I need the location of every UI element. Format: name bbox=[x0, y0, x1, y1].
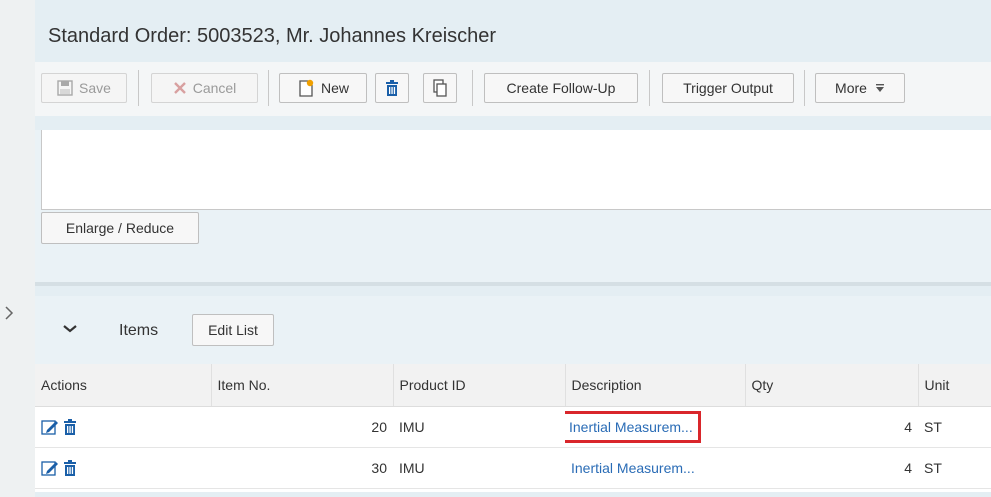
column-header-description[interactable]: Description bbox=[564, 364, 745, 407]
new-button[interactable]: New bbox=[279, 73, 367, 103]
save-label: Save bbox=[79, 80, 111, 96]
x-icon bbox=[173, 81, 187, 95]
floppy-disk-icon bbox=[57, 80, 73, 96]
items-table: Actions Item No. Product ID Description … bbox=[35, 364, 991, 489]
toolbar-separator bbox=[649, 70, 650, 106]
description-cell: Inertial Measurem... bbox=[565, 406, 745, 448]
panel-divider bbox=[35, 282, 991, 286]
qty-cell: 4 bbox=[745, 406, 918, 448]
column-header-actions[interactable]: Actions bbox=[35, 364, 211, 407]
toolbar-separator bbox=[804, 70, 805, 106]
unit-cell: ST bbox=[918, 406, 991, 448]
item-no-cell[interactable]: 20 bbox=[211, 406, 393, 448]
enlarge-reduce-button[interactable]: Enlarge / Reduce bbox=[41, 212, 199, 244]
create-follow-up-button[interactable]: Create Follow-Up bbox=[484, 73, 638, 103]
trash-icon bbox=[384, 79, 400, 97]
table-header-row: Actions Item No. Product ID Description … bbox=[35, 364, 991, 407]
bottom-band bbox=[35, 492, 991, 497]
column-header-unit[interactable]: Unit bbox=[917, 364, 991, 407]
trash-icon[interactable] bbox=[62, 459, 78, 477]
left-rail bbox=[0, 0, 35, 497]
header-panel: Enlarge / Reduce bbox=[35, 130, 991, 282]
save-button[interactable]: Save bbox=[41, 73, 127, 103]
page-title: Standard Order: 5003523, Mr. Johannes Kr… bbox=[48, 25, 497, 47]
description-link[interactable]: Inertial Measurem... bbox=[571, 460, 695, 476]
copy-button[interactable] bbox=[423, 73, 457, 103]
item-no-cell[interactable]: 30 bbox=[211, 447, 393, 489]
table-row: 30 IMU Inertial Measurem... 4 ST bbox=[35, 447, 991, 489]
main-content: Standard Order: 5003523, Mr. Johannes Kr… bbox=[35, 0, 991, 497]
toolbar-separator bbox=[268, 70, 269, 106]
column-header-qty[interactable]: Qty bbox=[744, 364, 918, 407]
pencil-icon[interactable] bbox=[41, 459, 59, 477]
toolbar-separator bbox=[472, 70, 473, 106]
column-header-item-no[interactable]: Item No. bbox=[210, 364, 393, 407]
chevron-right-icon[interactable] bbox=[0, 303, 18, 325]
pencil-icon[interactable] bbox=[41, 418, 59, 436]
title-bar: Standard Order: 5003523, Mr. Johannes Kr… bbox=[35, 12, 991, 62]
items-title: Items bbox=[119, 322, 159, 339]
more-button[interactable]: More bbox=[815, 73, 905, 103]
dropdown-arrow-icon bbox=[875, 83, 885, 93]
product-id-cell: IMU bbox=[393, 406, 565, 448]
product-id-cell: IMU bbox=[393, 447, 565, 489]
row-actions bbox=[35, 406, 211, 448]
items-section: Items Edit List Actions Item No. Product… bbox=[35, 296, 991, 492]
copy-icon bbox=[432, 79, 448, 97]
toolbar: Save Cancel New Create Follow-Up Trigger… bbox=[35, 62, 991, 116]
more-label: More bbox=[835, 80, 867, 96]
new-label: New bbox=[320, 80, 349, 96]
description-link[interactable]: Inertial Measurem... bbox=[569, 419, 693, 435]
header-content-area bbox=[41, 130, 991, 210]
description-cell: Inertial Measurem... bbox=[565, 447, 745, 489]
highlight-box: Inertial Measurem... bbox=[565, 410, 701, 443]
column-header-product-id[interactable]: Product ID bbox=[392, 364, 565, 407]
chevron-down-icon[interactable] bbox=[62, 320, 78, 336]
toolbar-separator bbox=[138, 70, 139, 106]
new-document-icon bbox=[297, 79, 315, 97]
cancel-label: Cancel bbox=[192, 80, 237, 96]
delete-button[interactable] bbox=[375, 73, 409, 103]
trigger-output-button[interactable]: Trigger Output bbox=[662, 73, 794, 103]
edit-list-button[interactable]: Edit List bbox=[192, 314, 274, 346]
row-actions bbox=[35, 447, 211, 489]
table-row: 20 IMU Inertial Measurem... 4 ST bbox=[35, 406, 991, 448]
items-header: Items Edit List bbox=[35, 296, 991, 364]
qty-cell: 4 bbox=[745, 447, 918, 489]
trash-icon[interactable] bbox=[62, 418, 78, 436]
cancel-button[interactable]: Cancel bbox=[151, 73, 258, 103]
unit-cell: ST bbox=[918, 447, 991, 489]
